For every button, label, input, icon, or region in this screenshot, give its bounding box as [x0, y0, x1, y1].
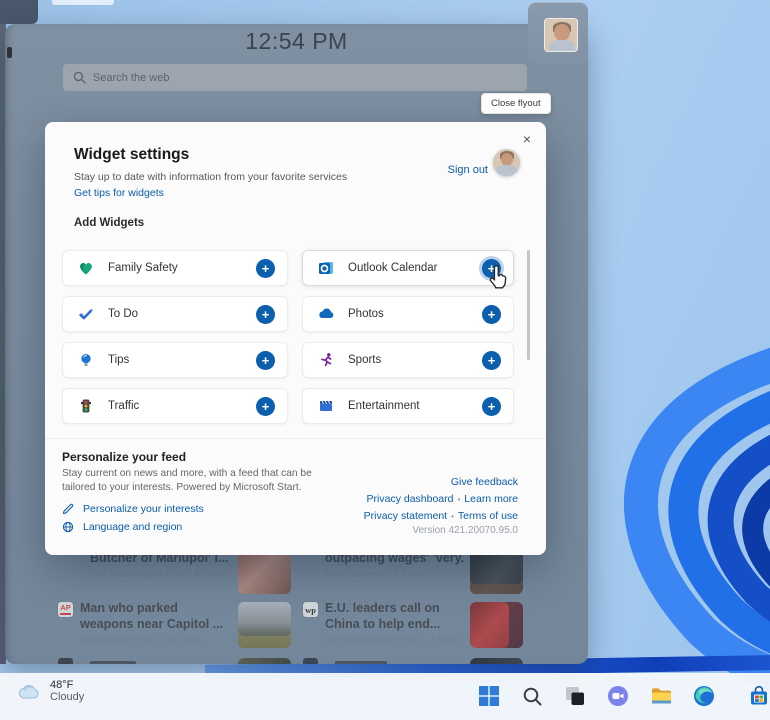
taskbar-weather-widget[interactable]: 48°F Cloudy [16, 679, 84, 703]
widget-label: Sports [348, 354, 382, 366]
add-traffic-button[interactable]: + [256, 396, 275, 416]
pencil-icon [62, 503, 74, 515]
add-to-do-button[interactable]: + [256, 304, 275, 324]
separator-dot: • [451, 512, 454, 521]
dialog-title: Widget settings [74, 146, 190, 163]
cloudy-weather-icon [18, 685, 39, 699]
taskbar-file-explorer-button[interactable] [648, 677, 674, 715]
learn-more-link[interactable]: Learn more [464, 493, 518, 505]
sign-out-link[interactable]: Sign out [448, 164, 488, 176]
widget-label: Outlook Calendar [348, 262, 438, 274]
widget-tile-sports[interactable]: Sports + [302, 342, 514, 378]
widget-tile-tips[interactable]: Tips + [62, 342, 288, 378]
file-explorer-icon [651, 688, 671, 704]
terms-of-use-link[interactable]: Terms of use [458, 510, 518, 522]
taskbar-task-view-button[interactable] [562, 677, 588, 715]
taskbar: 48°F Cloudy [0, 673, 770, 720]
background-window-edge [52, 0, 114, 5]
taskbar-search-icon [523, 687, 541, 705]
widget-tile-entertainment[interactable]: Entertainment + [302, 388, 514, 424]
sports-runner-icon [321, 353, 332, 367]
widget-tile-outlook-calendar[interactable]: Outlook Calendar + [302, 250, 514, 286]
dialog-subtitle: Stay up to date with information from yo… [74, 171, 348, 183]
add-widgets-heading: Add Widgets [74, 217, 145, 229]
taskbar-chat-button[interactable] [605, 677, 631, 715]
taskbar-start-button[interactable] [476, 677, 502, 715]
user-avatar[interactable] [544, 18, 578, 52]
widget-label: Entertainment [348, 400, 420, 412]
widget-settings-dialog: × Widget settings Stay up to date with i… [45, 122, 546, 555]
widget-label: Photos [348, 308, 384, 320]
give-feedback-link[interactable]: Give feedback [451, 476, 518, 488]
tips-bulb-icon [81, 354, 91, 366]
version-label: Version 421.20070.95.0 [412, 525, 518, 536]
add-entertainment-button[interactable]: + [482, 396, 501, 416]
photos-cloud-icon [319, 308, 334, 318]
account-flyout[interactable] [528, 2, 588, 64]
widget-tile-traffic[interactable]: Traffic + [62, 388, 288, 424]
background-window-glyph [7, 47, 12, 58]
get-tips-link[interactable]: Get tips for widgets [74, 187, 164, 199]
task-view-icon [566, 687, 584, 705]
close-flyout-tooltip: Close flyout [481, 93, 551, 114]
edge-icon [694, 686, 714, 706]
dialog-divider [45, 438, 546, 439]
personalize-body: Stay current on news and more, with a fe… [62, 468, 312, 494]
microsoft-store-icon [751, 685, 767, 705]
background-window-corner [0, 0, 38, 24]
family-safety-icon [80, 263, 92, 275]
language-globe-icon [62, 521, 74, 533]
weather-temperature: 48°F [50, 679, 74, 691]
privacy-statement-link[interactable]: Privacy statement [364, 510, 447, 522]
taskbar-search-button[interactable] [519, 677, 545, 715]
widget-label: Traffic [108, 400, 140, 412]
separator-dot: • [457, 495, 461, 504]
widget-tile-family-safety[interactable]: Family Safety + [62, 250, 288, 286]
close-icon[interactable]: × [516, 128, 538, 150]
traffic-light-icon [81, 399, 91, 413]
wallpaper-bloom [624, 347, 770, 691]
to-do-icon [79, 308, 93, 320]
widget-label: Family Safety [108, 262, 178, 274]
taskbar-edge-button[interactable] [691, 677, 717, 715]
add-family-safety-button[interactable]: + [256, 258, 275, 278]
widget-tile-to-do[interactable]: To Do + [62, 296, 288, 332]
personalize-interests-link[interactable]: Personalize your interests [62, 503, 204, 515]
add-photos-button[interactable]: + [482, 304, 501, 324]
entertainment-clapperboard-icon [320, 400, 332, 411]
dialog-scrollbar[interactable] [527, 250, 530, 360]
add-tips-button[interactable]: + [256, 350, 275, 370]
teams-chat-icon [608, 686, 628, 706]
widget-label: Tips [108, 354, 130, 366]
outlook-calendar-icon [319, 262, 333, 274]
add-sports-button[interactable]: + [482, 350, 501, 370]
taskbar-store-button[interactable] [746, 677, 770, 715]
personalize-heading: Personalize your feed [62, 450, 187, 464]
account-avatar[interactable] [493, 149, 520, 176]
language-region-link[interactable]: Language and region [62, 521, 182, 533]
widget-label: To Do [108, 308, 139, 320]
cursor-pointer-icon [489, 265, 507, 289]
widget-tile-photos[interactable]: Photos + [302, 296, 514, 332]
windows-start-icon [479, 686, 499, 706]
weather-condition: Cloudy [50, 691, 85, 703]
desktop: 12:54 PM Butcher of Mariupol' l... The W… [0, 0, 770, 720]
privacy-dashboard-link[interactable]: Privacy dashboard [367, 493, 454, 505]
